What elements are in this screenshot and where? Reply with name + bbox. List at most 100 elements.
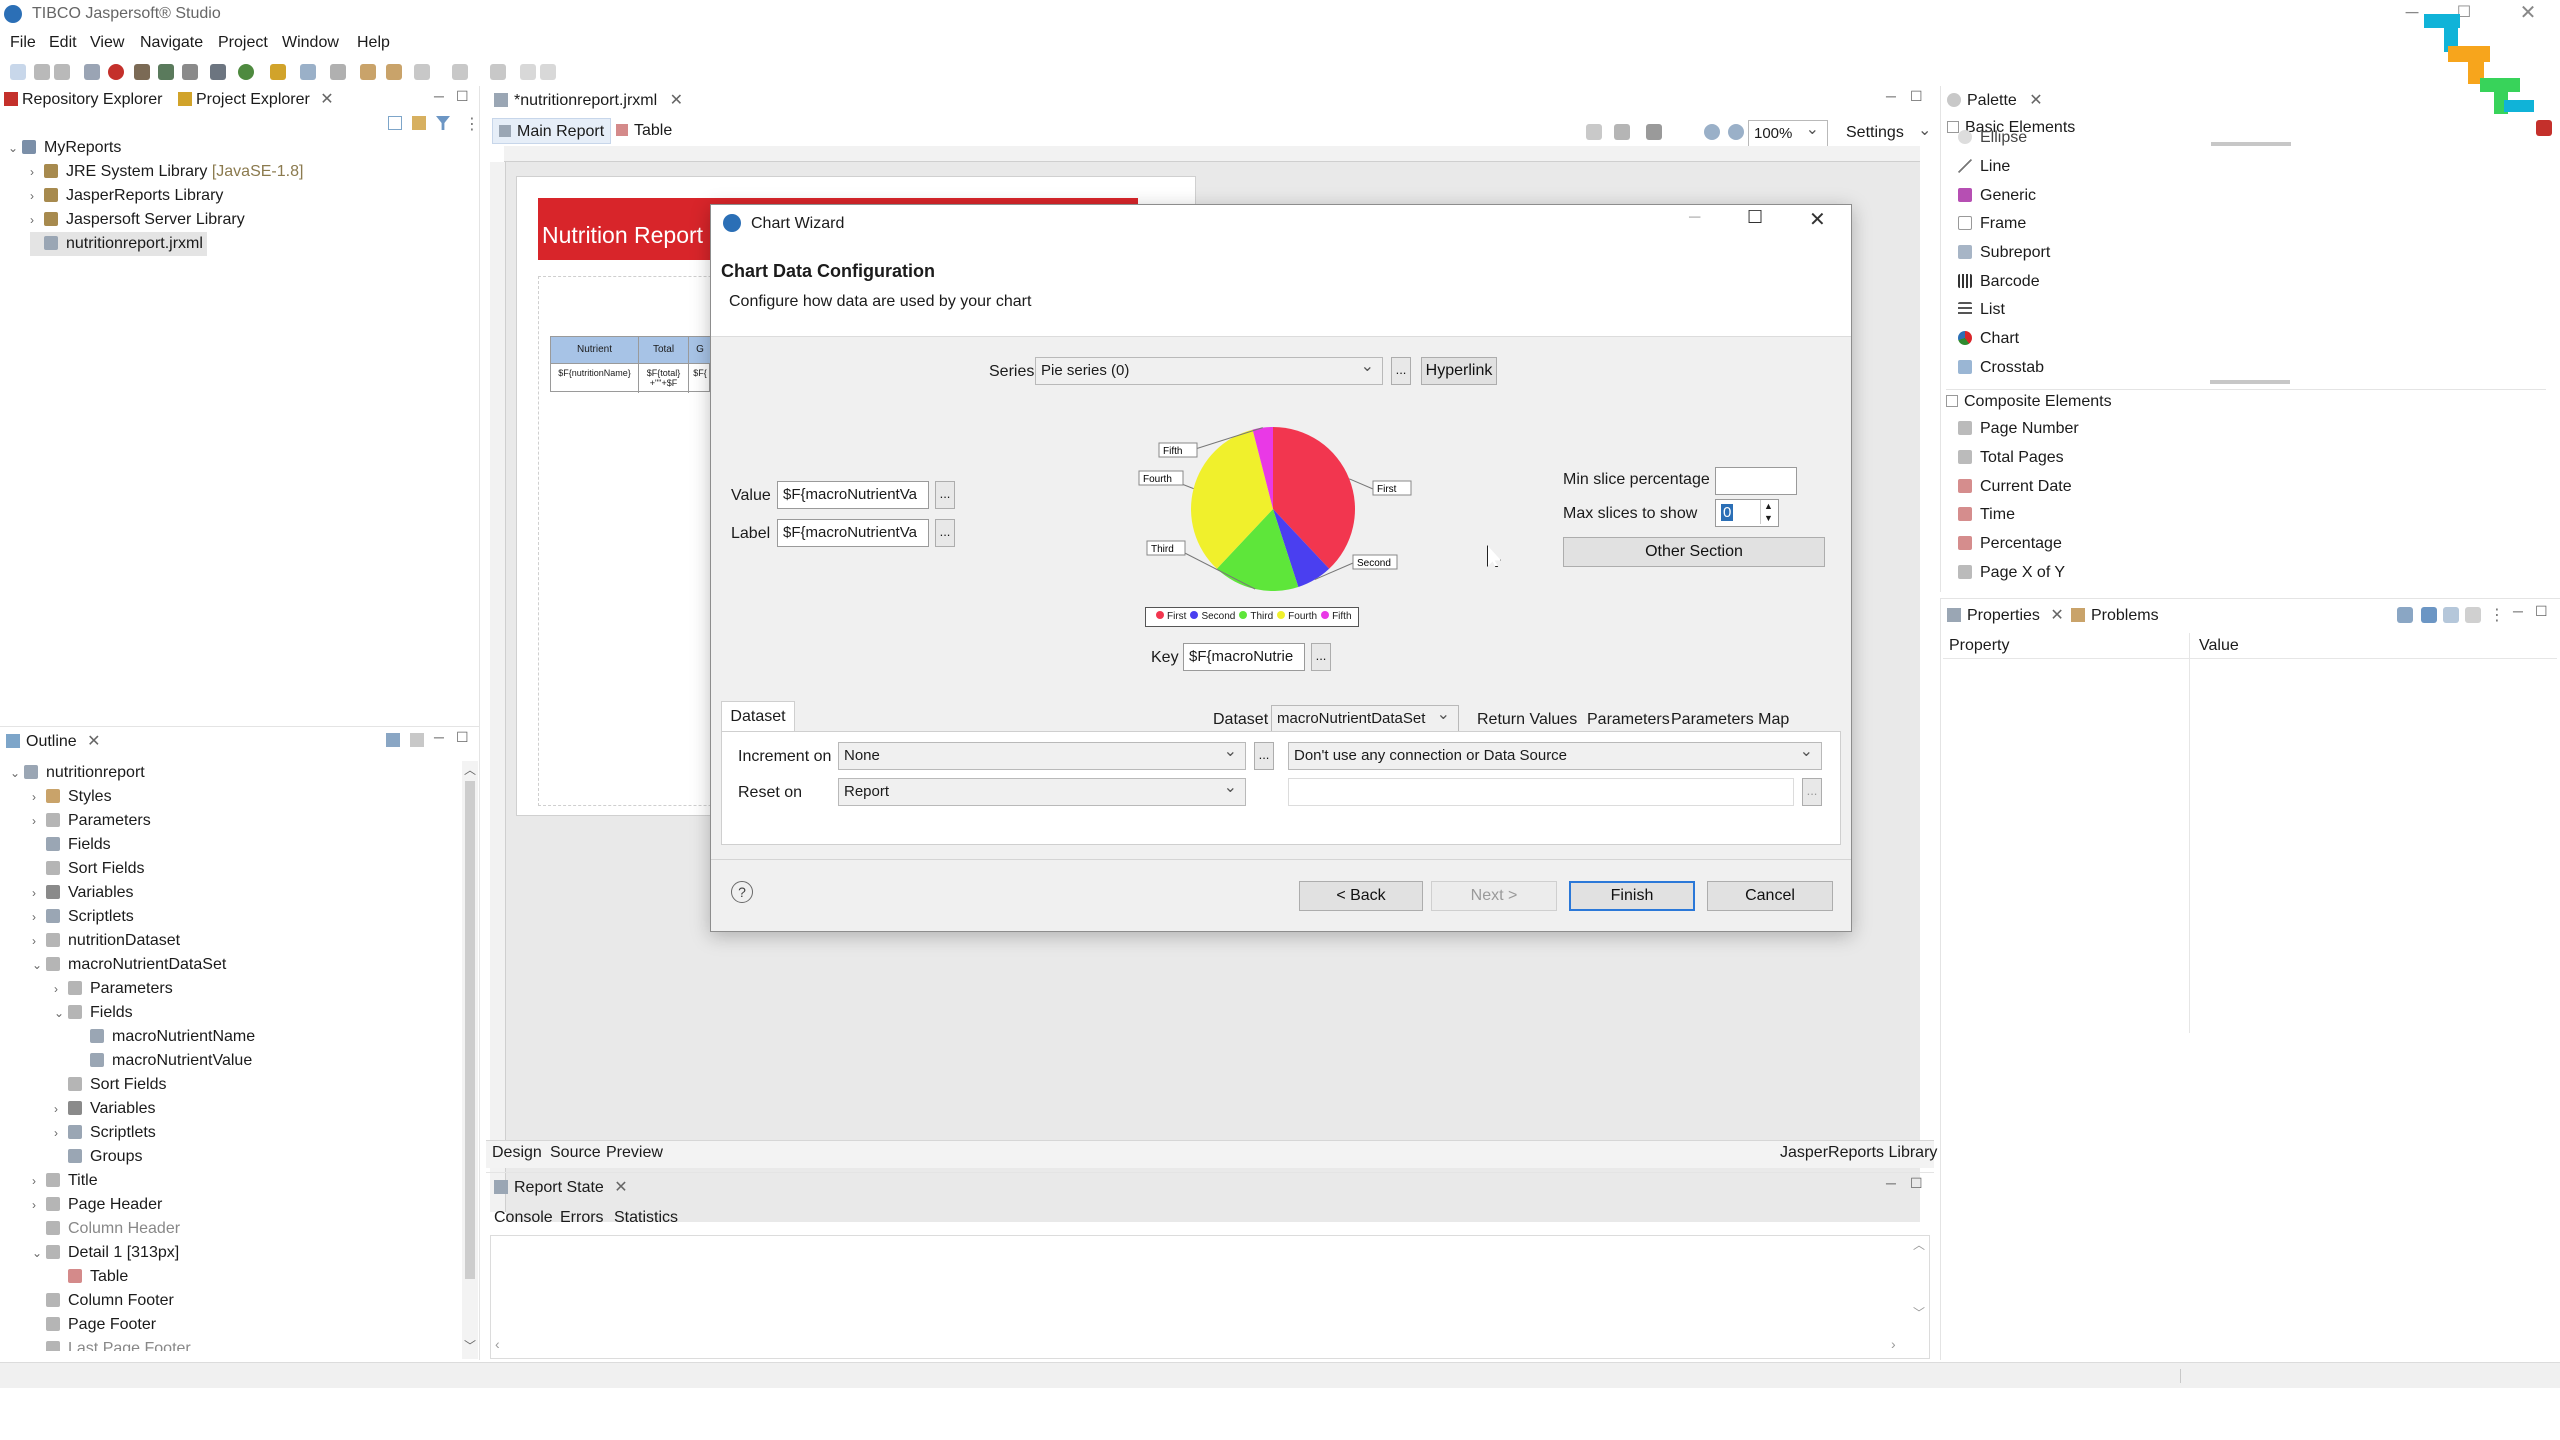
search-icon[interactable] bbox=[238, 64, 254, 80]
outline-item[interactable]: › Title bbox=[32, 1169, 98, 1193]
statistics-tab[interactable]: Statistics bbox=[614, 1209, 678, 1227]
palette-item-line[interactable]: Line bbox=[1958, 153, 2010, 181]
close-tab-icon[interactable]: ✕ bbox=[670, 92, 683, 109]
key-expression-field[interactable]: $F{macroNutrie bbox=[1183, 643, 1305, 671]
maximize-panel-icon[interactable]: ☐ bbox=[1910, 1175, 1923, 1192]
back-arrow-icon[interactable] bbox=[360, 64, 376, 80]
outline-item[interactable]: › nutritionDataset bbox=[32, 929, 180, 953]
connection-combo[interactable]: Don't use any connection or Data Source bbox=[1288, 742, 1822, 770]
view-menu-icon[interactable]: ⋮ bbox=[2489, 605, 2505, 625]
dataset-tab[interactable]: Dataset bbox=[721, 701, 795, 733]
new-icon[interactable] bbox=[10, 64, 26, 80]
palette-item-current-date[interactable]: Current Date bbox=[1958, 473, 2072, 501]
label-ellipsis-button[interactable]: ... bbox=[935, 519, 955, 547]
tools-icon[interactable] bbox=[270, 64, 286, 80]
outline-sort-icon[interactable] bbox=[386, 733, 400, 747]
scroll-thumb[interactable] bbox=[465, 781, 475, 1279]
tree-item-jre-library[interactable]: › JRE System Library [JavaSE-1.8] bbox=[30, 160, 303, 184]
expand-toggle-icon[interactable]: › bbox=[32, 929, 46, 953]
print-icon[interactable] bbox=[84, 64, 100, 80]
link-icon[interactable] bbox=[412, 116, 426, 130]
console-output[interactable]: ︿ ﹀ ‹ › bbox=[490, 1235, 1930, 1359]
increment-on-combo[interactable]: None bbox=[838, 742, 1246, 770]
composite-elements-header[interactable]: Composite Elements bbox=[1946, 389, 2546, 413]
palette-item-generic[interactable]: Generic bbox=[1958, 182, 2036, 210]
navigate-icon[interactable] bbox=[330, 64, 346, 80]
expand-toggle-icon[interactable]: ⌄ bbox=[32, 1241, 46, 1265]
scroll-left-icon[interactable]: ‹ bbox=[495, 1336, 500, 1352]
palette-item-frame[interactable]: Frame bbox=[1958, 210, 2026, 238]
menu-file[interactable]: File bbox=[10, 34, 36, 52]
scroll-down-icon[interactable]: ﹀ bbox=[1913, 1304, 1925, 1321]
outline-item[interactable]: ⌄ Detail 1 [313px] bbox=[32, 1241, 179, 1265]
outline-item[interactable]: ⌄ Fields bbox=[54, 1001, 133, 1025]
menu-project[interactable]: Project bbox=[218, 34, 268, 52]
server-icon[interactable] bbox=[210, 64, 226, 80]
filter-icon[interactable] bbox=[436, 116, 450, 130]
filter-icon[interactable] bbox=[2443, 607, 2459, 623]
layout-icon[interactable] bbox=[1586, 124, 1602, 140]
series-combo[interactable]: Pie series (0) bbox=[1035, 357, 1383, 385]
tree-item-jasperreports-library[interactable]: › JasperReports Library bbox=[30, 184, 223, 208]
next-button[interactable]: Next > bbox=[1431, 881, 1557, 911]
close-tab-icon[interactable]: ✕ bbox=[614, 1179, 627, 1196]
build-icon[interactable] bbox=[158, 64, 174, 80]
stop-icon[interactable] bbox=[540, 64, 556, 80]
palette-item-time[interactable]: Time bbox=[1958, 501, 2015, 529]
value-ellipsis-button[interactable]: ... bbox=[935, 481, 955, 509]
connection-expression-field[interactable] bbox=[1288, 778, 1794, 806]
expand-toggle-icon[interactable]: › bbox=[54, 1097, 68, 1121]
spinner-up-icon[interactable]: ▲ bbox=[1760, 500, 1776, 512]
expand-toggle-icon[interactable]: › bbox=[32, 785, 46, 809]
palette-tab[interactable]: Palette ✕ bbox=[1947, 86, 2043, 116]
menu-window[interactable]: Window bbox=[282, 34, 339, 52]
report-state-tab[interactable]: Report State ✕ bbox=[494, 1173, 628, 1203]
pin-icon[interactable] bbox=[2397, 607, 2413, 623]
series-ellipsis-button[interactable]: ... bbox=[1391, 357, 1411, 385]
min-slice-field[interactable] bbox=[1715, 467, 1797, 495]
outline-item[interactable]: Groups bbox=[54, 1145, 142, 1169]
zoom-combo[interactable]: 100% bbox=[1748, 120, 1828, 148]
minimize-panel-icon[interactable]: ─ bbox=[1886, 1175, 1896, 1191]
maximize-panel-icon[interactable]: ☐ bbox=[456, 88, 469, 105]
edit-icon[interactable] bbox=[182, 64, 198, 80]
key-ellipsis-button[interactable]: ... bbox=[1311, 643, 1331, 671]
minimize-editor-icon[interactable]: ─ bbox=[1886, 88, 1896, 104]
menu-edit[interactable]: Edit bbox=[49, 34, 77, 52]
outline-item[interactable]: › Variables bbox=[32, 881, 134, 905]
outline-item[interactable]: ⌄ macroNutrientDataSet bbox=[32, 953, 226, 977]
reset-on-combo[interactable]: Report bbox=[838, 778, 1246, 806]
table-tab[interactable]: Table bbox=[612, 118, 676, 144]
outline-item[interactable]: Fields bbox=[32, 833, 111, 857]
main-report-tab[interactable]: Main Report bbox=[492, 118, 612, 144]
basic-scroll-indicator-bottom[interactable] bbox=[2210, 380, 2290, 384]
hyperlink-button[interactable]: Hyperlink bbox=[1421, 357, 1497, 385]
palette-item-total-pages[interactable]: Total Pages bbox=[1958, 444, 2064, 472]
palette-item-page-x-of-y[interactable]: Page X of Y bbox=[1958, 559, 2065, 587]
palette-item-ellipse[interactable]: Ellipse bbox=[1958, 130, 2027, 146]
basic-elements-header[interactable]: Basic Elements bbox=[1947, 116, 2547, 140]
outline-item[interactable]: Last Page Footer bbox=[32, 1337, 191, 1351]
spinner-down-icon[interactable]: ▼ bbox=[1760, 512, 1776, 524]
view-menu-icon[interactable]: ⋮ bbox=[464, 114, 480, 134]
close-tab-icon[interactable]: ✕ bbox=[2029, 92, 2042, 109]
wizard-minimize-icon[interactable]: ─ bbox=[1689, 209, 1700, 227]
zoom-out-icon[interactable] bbox=[1728, 124, 1744, 140]
expand-toggle-icon[interactable]: › bbox=[54, 977, 68, 1001]
expand-toggle-icon[interactable]: › bbox=[32, 905, 46, 929]
external-icon[interactable] bbox=[490, 64, 506, 80]
outline-item[interactable]: Sort Fields bbox=[32, 857, 144, 881]
debug-icon[interactable] bbox=[108, 64, 124, 80]
expand-toggle-icon[interactable]: › bbox=[54, 1121, 68, 1145]
help-icon[interactable]: ? bbox=[731, 881, 753, 903]
minimize-panel-icon[interactable]: ─ bbox=[434, 729, 444, 745]
run-icon[interactable] bbox=[300, 64, 316, 80]
return-values-tab[interactable]: Return Values bbox=[1477, 711, 1577, 729]
design-table[interactable]: Nutrient Total G $F{nutritionName} $F{to… bbox=[550, 336, 711, 393]
palette-item-list[interactable]: List bbox=[1958, 296, 2005, 324]
menu-navigate[interactable]: Navigate bbox=[140, 34, 203, 52]
wizard-close-icon[interactable]: ✕ bbox=[1809, 207, 1826, 232]
close-tab-icon[interactable]: ✕ bbox=[87, 733, 100, 750]
tree-item-myreports[interactable]: ⌄ MyReports bbox=[8, 136, 121, 160]
close-tab-icon[interactable]: ✕ bbox=[320, 91, 333, 108]
